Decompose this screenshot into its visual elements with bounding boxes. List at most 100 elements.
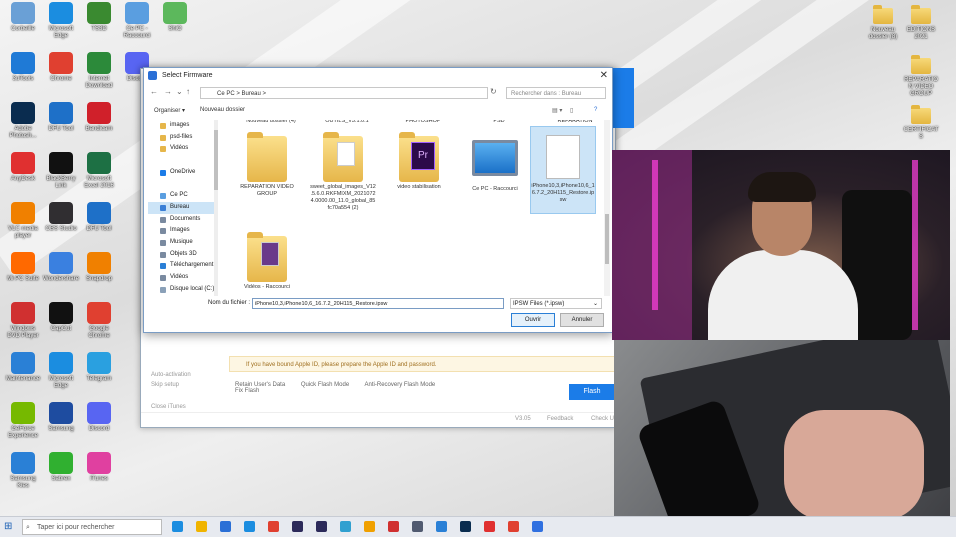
taskbar-app-icon[interactable] (436, 521, 447, 532)
desktop-folder[interactable]: REPARATION VIDEO GROUP (902, 54, 940, 98)
desktop-icon[interactable]: Sabrex (42, 452, 80, 483)
desktop-icon[interactable]: DFU Tool (42, 102, 80, 133)
windows-start-icon[interactable]: ⊞ (4, 521, 12, 532)
nav-item[interactable]: psd-files (148, 132, 214, 144)
desktop-icon[interactable]: Telegram (80, 352, 118, 383)
desktop-icon[interactable]: VLC media player (4, 202, 42, 240)
taskbar-app-icon[interactable] (460, 521, 471, 532)
nav-item[interactable]: Vidéos (148, 272, 214, 284)
taskbar-app-icon[interactable] (292, 521, 303, 532)
refresh-icon[interactable]: ↻ (490, 87, 497, 96)
file-item[interactable]: Pr video stabilisation (386, 130, 452, 191)
close-itunes-option[interactable]: Close iTunes (141, 402, 227, 412)
flash-button[interactable]: Flash (569, 384, 615, 400)
desktop-icon[interactable]: BlackBerry Link (42, 152, 80, 190)
nav-item[interactable]: Ce PC (148, 190, 214, 202)
nav-item[interactable]: Téléchargement (148, 260, 214, 272)
desktop-icon[interactable]: Samsung Kies (4, 452, 42, 490)
desktop-icon[interactable]: Microsoft Edge (42, 352, 80, 390)
file-item[interactable]: Vidéos - Raccourci (234, 230, 300, 291)
taskbar-app-icon[interactable] (316, 521, 327, 532)
file-list-scrollbar[interactable] (604, 120, 610, 296)
desktop-icon[interactable]: Maintenance (4, 352, 42, 383)
desktop-icon[interactable]: GeForce Experience (4, 402, 42, 440)
nav-item[interactable]: Bureau (148, 201, 214, 214)
desktop-icon[interactable]: Wondershare (42, 252, 80, 283)
desktop-icon[interactable]: OBS Studio (42, 202, 80, 233)
nav-item[interactable]: Réseau (148, 295, 214, 296)
file-item-partial[interactable]: Nouveau dossier (4) (238, 120, 304, 125)
back-arrow-icon[interactable]: ← (150, 87, 158, 96)
desktop-icon[interactable]: Corbeille (4, 2, 42, 33)
file-item-partial[interactable]: REPARATION (542, 120, 600, 125)
taskbar-app-icon[interactable] (268, 521, 279, 532)
desktop-icon[interactable]: Samsung (42, 402, 80, 433)
desktop-icon[interactable]: 3uTools (4, 52, 42, 83)
taskbar-app-icon[interactable] (244, 521, 255, 532)
desktop-icon[interactable]: iTunes (80, 452, 118, 483)
desktop-icon[interactable]: Discord (80, 402, 118, 433)
help-icon[interactable]: ? (594, 107, 597, 113)
desktop-folder[interactable]: Nouveau dossier (8) (864, 4, 902, 41)
nav-item[interactable]: Musique (148, 237, 214, 249)
taskbar-app-icon[interactable] (172, 521, 183, 532)
taskbar-app-icon[interactable] (484, 521, 495, 532)
nav-item[interactable]: Vidéos (148, 143, 214, 155)
preview-pane-icon[interactable]: ▯ (570, 107, 573, 114)
desktop-icon[interactable]: Microsoft Excel 2016 (80, 152, 118, 190)
quick-flash-radio[interactable]: Quick Flash Mode (301, 382, 349, 388)
taskbar-app-icon[interactable] (412, 521, 423, 532)
check-update-link[interactable]: Check U (591, 416, 614, 422)
nav-item[interactable]: Images (148, 225, 214, 237)
desktop-folder[interactable]: CERTIFICATS (902, 104, 940, 141)
file-item-partial[interactable]: OUTILS_V3.1.0.1 (314, 120, 380, 125)
file-item[interactable]: Ce PC - Raccourci (462, 130, 528, 193)
filename-input[interactable]: iPhone10,3,iPhone10,6_16.7.2_20H115_Rest… (252, 298, 504, 309)
desktop-icon[interactable]: Mi PC Suite (4, 252, 42, 283)
file-item[interactable]: sweet_global_images_V12.5.6.0.RKFMIXM_20… (310, 130, 376, 212)
nav-item[interactable] (148, 178, 214, 190)
desktop-icon[interactable]: Ce PC - Raccourci (118, 2, 156, 40)
address-bar[interactable]: Ce PC > Bureau > (200, 87, 488, 99)
feedback-link[interactable]: Feedback (547, 416, 573, 422)
filetype-select[interactable]: IPSW Files (*.ipsw) ⌄ (510, 298, 602, 309)
up-arrow-icon[interactable]: ↑ (186, 87, 190, 96)
desktop-icon[interactable]: Microsoft Edge (42, 2, 80, 40)
skip-setup-option[interactable]: Skip setup (141, 380, 227, 390)
desktop-icon[interactable]: Windows DVD Player (4, 302, 42, 340)
desktop-icon[interactable]: AnyDesk (4, 152, 42, 183)
desktop-icon[interactable]: Bandicam (80, 102, 118, 133)
nav-item[interactable]: Disque local (C:) (148, 284, 214, 296)
view-options-icon[interactable]: ▤ ▾ (552, 107, 562, 114)
desktop-icon[interactable]: ShiO (156, 2, 194, 33)
taskbar-app-icon[interactable] (340, 521, 351, 532)
taskbar-app-icon[interactable] (532, 521, 543, 532)
desktop-icon[interactable]: Internet Download (80, 52, 118, 90)
nav-item[interactable]: Objets 3D (148, 249, 214, 261)
nav-item[interactable]: Documents (148, 214, 214, 226)
desktop-icon[interactable]: Snapdrop (80, 252, 118, 283)
cancel-button[interactable]: Annuler (560, 313, 604, 327)
desktop-icon[interactable]: CapCut (42, 302, 80, 333)
taskbar-app-icon[interactable] (196, 521, 207, 532)
file-item-partial[interactable]: PHOTOSHOP (390, 120, 456, 125)
file-item-partial[interactable]: PSD (466, 120, 532, 125)
auto-activation-option[interactable]: Auto-activation (141, 370, 227, 380)
fix-flash-radio[interactable]: Fix Flash (235, 388, 259, 394)
nav-item[interactable] (148, 155, 214, 167)
organize-button[interactable]: Organiser ▾ (154, 107, 185, 114)
navigation-scrollbar[interactable] (214, 120, 218, 296)
desktop-icon[interactable]: Adobe Photosh... (4, 102, 42, 140)
nav-item[interactable]: OneDrive (148, 167, 214, 179)
taskbar-app-icon[interactable] (364, 521, 375, 532)
desktop-icon[interactable]: DFU Tool (80, 202, 118, 233)
chevron-down-icon[interactable]: ⌄ (176, 87, 183, 96)
file-item[interactable]: REPARATION VIDEO GROUP (234, 130, 300, 198)
anti-recovery-radio[interactable]: Anti-Recovery Flash Mode (365, 382, 436, 388)
taskbar-app-icon[interactable] (508, 521, 519, 532)
nav-item[interactable]: images (148, 120, 214, 132)
forward-arrow-icon[interactable]: → (164, 87, 172, 96)
taskbar-app-icon[interactable] (220, 521, 231, 532)
search-input[interactable]: Rechercher dans : Bureau (506, 87, 606, 99)
close-button[interactable]: ✕ (600, 68, 608, 84)
